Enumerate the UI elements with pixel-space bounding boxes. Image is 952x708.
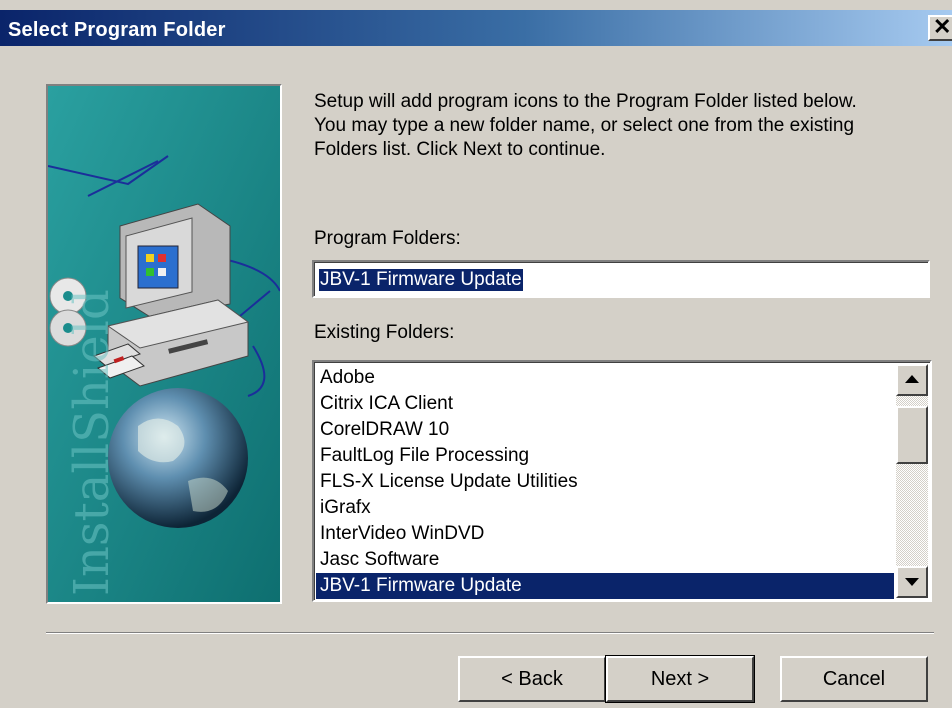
existing-folders-list[interactable]: Adobe Citrix ICA Client CorelDRAW 10 FaultL… [312,360,932,602]
vertical-scrollbar[interactable] [896,364,928,598]
banner-artwork: InstallShield [48,86,280,602]
down-arrow-icon [905,578,919,586]
back-button[interactable]: < Back [458,656,606,702]
up-arrow-icon [905,375,919,383]
instructions-text: Setup will add program icons to the Prog… [314,91,857,160]
installshield-banner: InstallShield [46,84,282,604]
program-folder-value: JBV-1 Firmware Update [319,269,523,291]
separator-line [46,632,934,634]
list-item[interactable]: Adobe [316,365,894,391]
program-folder-input[interactable]: JBV-1 Firmware Update [312,260,930,298]
scroll-thumb[interactable] [896,406,928,464]
list-items: Adobe Citrix ICA Client CorelDRAW 10 FaultL… [316,365,894,599]
list-item[interactable]: Citrix ICA Client [316,391,894,417]
scroll-up-button[interactable] [896,364,928,396]
next-button[interactable]: Next > [605,655,755,703]
close-icon: ✕ [933,14,952,39]
close-button[interactable]: ✕ [928,15,952,41]
list-item[interactable]: FaultLog File Processing [316,443,894,469]
list-item[interactable]: CorelDRAW 10 [316,417,894,443]
title-bar: Select Program Folder ✕ [0,10,952,46]
scroll-down-button[interactable] [896,566,928,598]
window-title: Select Program Folder [8,19,226,41]
list-item[interactable]: Jasc Software [316,547,894,573]
list-item[interactable]: JBV-1 Firmware Update [316,573,894,599]
list-item[interactable]: iGrafx [316,495,894,521]
globe-icon [108,388,248,528]
list-item[interactable]: InterVideo WinDVD [316,521,894,547]
list-item[interactable]: FLS-X License Update Utilities [316,469,894,495]
cancel-button[interactable]: Cancel [780,656,928,702]
installshield-watermark: InstallShield [64,289,120,596]
existing-folders-label: Existing Folders: [314,322,455,343]
program-folders-label: Program Folders: [314,228,461,249]
